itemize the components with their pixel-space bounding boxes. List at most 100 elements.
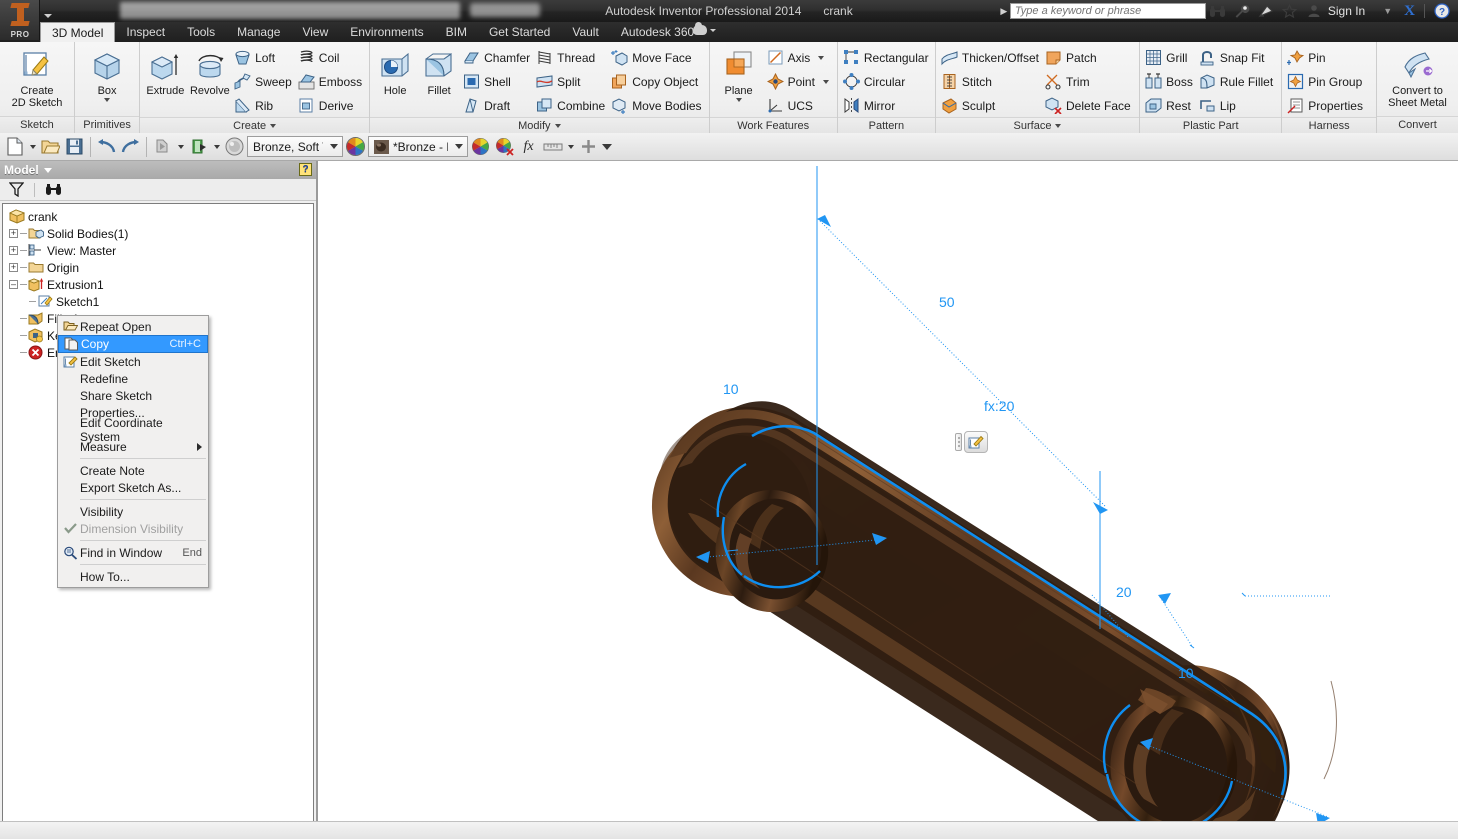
tree-node-solid-bodies[interactable]: + Solid Bodies(1) [7, 225, 313, 242]
menu-item-find-in-window[interactable]: Find in Window End [58, 544, 208, 561]
stitch-button[interactable]: Stitch [939, 70, 1043, 93]
mini-toolbar[interactable] [955, 431, 995, 453]
point-button[interactable]: Point [765, 70, 833, 93]
satellite-dish-icon[interactable] [1254, 0, 1278, 22]
coil-button[interactable]: Coil [296, 46, 366, 69]
user-avatar-icon[interactable] [1302, 0, 1326, 22]
wrench-icon[interactable] [1230, 0, 1254, 22]
menu-item-dimension-visibility[interactable]: Dimension Visibility [58, 520, 208, 537]
panel-create-expand-icon[interactable] [270, 124, 277, 128]
save-button[interactable] [63, 135, 86, 158]
tab-bim[interactable]: BIM [435, 22, 478, 42]
return-button[interactable] [187, 135, 210, 158]
measure-caret-icon[interactable] [565, 135, 576, 158]
material-sphere-button[interactable] [223, 135, 246, 158]
qat-overflow-caret-icon[interactable] [601, 135, 612, 158]
emboss-button[interactable]: Emboss [296, 70, 366, 93]
plane-caret-icon[interactable] [735, 98, 742, 102]
appearance-combo-caret-icon[interactable] [452, 144, 465, 149]
context-menu[interactable]: Repeat Open Copy Ctrl+C Edit Sketch Rede… [57, 315, 209, 588]
application-menu-caret-icon[interactable] [44, 14, 52, 18]
menu-item-repeat-open[interactable]: Repeat Open [58, 318, 208, 335]
parameters-button[interactable]: fx [517, 135, 540, 158]
sweep-button[interactable]: Sweep [232, 70, 296, 93]
panel-modify-expand-icon[interactable] [554, 124, 561, 128]
menu-item-export-sketch-as[interactable]: Export Sketch As... [58, 479, 208, 496]
copy-object-button[interactable]: Copy Object [609, 70, 705, 93]
convert-to-sheet-metal-button[interactable]: Convert to Sheet Metal [1380, 45, 1455, 109]
pin-button[interactable]: Pin [1285, 46, 1367, 69]
tab-3d-model[interactable]: 3D Model [40, 22, 116, 42]
rectangular-pattern-button[interactable]: Rectangular [841, 46, 933, 69]
panel-surface-expand-icon[interactable] [1055, 124, 1062, 128]
appearance-combo[interactable]: *Bronze - P [368, 136, 468, 157]
menu-item-copy[interactable]: Copy Ctrl+C [58, 335, 208, 353]
menu-item-how-to[interactable]: How To... [58, 568, 208, 585]
tree-node-view-master[interactable]: + View: Master [7, 242, 313, 259]
tree-node-origin[interactable]: + Origin [7, 259, 313, 276]
application-menu-button[interactable]: PRO [0, 0, 40, 40]
measure-button[interactable] [541, 135, 564, 158]
revolve-button[interactable]: Revolve [188, 45, 232, 97]
hole-button[interactable]: Hole [373, 45, 417, 97]
material-combo[interactable]: Bronze, Soft T [247, 136, 343, 157]
rest-button[interactable]: Rest [1143, 94, 1197, 117]
move-bodies-button[interactable]: Move Bodies [609, 94, 705, 117]
filter-icon[interactable] [6, 181, 26, 199]
find-binoculars-icon[interactable] [43, 181, 63, 199]
browser-title-caret-icon[interactable] [43, 167, 52, 173]
sign-in-label[interactable]: Sign In [1326, 4, 1367, 18]
undo-button[interactable] [95, 135, 118, 158]
expander-solid-bodies[interactable]: + [9, 229, 18, 238]
ucs-button[interactable]: UCS [765, 94, 833, 117]
rib-button[interactable]: Rib [232, 94, 296, 117]
help-icon[interactable]: ? [1430, 0, 1454, 22]
chamfer-button[interactable]: Chamfer [461, 46, 534, 69]
tab-tools[interactable]: Tools [176, 22, 226, 42]
select-button[interactable] [151, 135, 174, 158]
box-caret-icon[interactable] [104, 98, 111, 102]
star-icon[interactable] [1278, 0, 1302, 22]
redo-button[interactable] [119, 135, 142, 158]
trim-button[interactable]: Trim [1043, 70, 1135, 93]
tree-node-extrusion1[interactable]: – Extrusion1 [7, 276, 313, 293]
circular-pattern-button[interactable]: Circular [841, 70, 933, 93]
axis-caret-icon[interactable] [818, 55, 825, 60]
expander-view-master[interactable]: + [9, 246, 18, 255]
combine-button[interactable]: Combine [534, 94, 609, 117]
menu-item-edit-sketch[interactable]: Edit Sketch [58, 353, 208, 370]
thread-button[interactable]: Thread [534, 46, 609, 69]
tab-inspect[interactable]: Inspect [115, 22, 176, 42]
search-input-wrap[interactable] [1009, 3, 1206, 19]
menu-item-edit-coordinate-system[interactable]: Edit Coordinate System [58, 416, 208, 444]
expander-origin[interactable]: + [9, 263, 18, 272]
snap-fit-button[interactable]: Snap Fit [1197, 46, 1277, 69]
point-caret-icon[interactable] [822, 79, 829, 84]
sculpt-button[interactable]: Sculpt [939, 94, 1043, 117]
tab-autodesk-360[interactable]: Autodesk 360 [610, 22, 705, 42]
fillet-button[interactable]: Fillet [417, 45, 461, 97]
open-file-button[interactable] [39, 135, 62, 158]
cloud-status-button[interactable] [693, 22, 716, 35]
tab-vault[interactable]: Vault [561, 22, 609, 42]
new-file-caret-icon[interactable] [27, 135, 38, 158]
thicken-offset-button[interactable]: Thicken/Offset [939, 46, 1043, 69]
move-face-button[interactable]: Move Face [609, 46, 705, 69]
patch-button[interactable]: Patch [1043, 46, 1135, 69]
menu-item-measure[interactable]: Measure [58, 438, 208, 455]
pin-group-button[interactable]: Pin Group [1285, 70, 1367, 93]
adjust-appearance-button[interactable] [469, 135, 492, 158]
clear-appearance-button[interactable] [493, 135, 516, 158]
mini-toolbar-grip[interactable] [955, 433, 962, 451]
mirror-button[interactable]: Mirror [841, 94, 933, 117]
search-expand-arrow[interactable]: ▶ [998, 6, 1010, 17]
harness-properties-button[interactable]: Properties [1285, 94, 1367, 117]
draft-button[interactable]: Draft [461, 94, 534, 117]
material-combo-caret-icon[interactable] [327, 144, 340, 149]
lip-button[interactable]: Lip [1197, 94, 1277, 117]
tab-get-started[interactable]: Get Started [478, 22, 561, 42]
appearance-wheel-button[interactable] [344, 135, 367, 158]
sign-in-caret-icon[interactable]: ▼ [1367, 6, 1400, 16]
axis-button[interactable]: Axis [765, 46, 833, 69]
loft-button[interactable]: Loft [232, 46, 296, 69]
